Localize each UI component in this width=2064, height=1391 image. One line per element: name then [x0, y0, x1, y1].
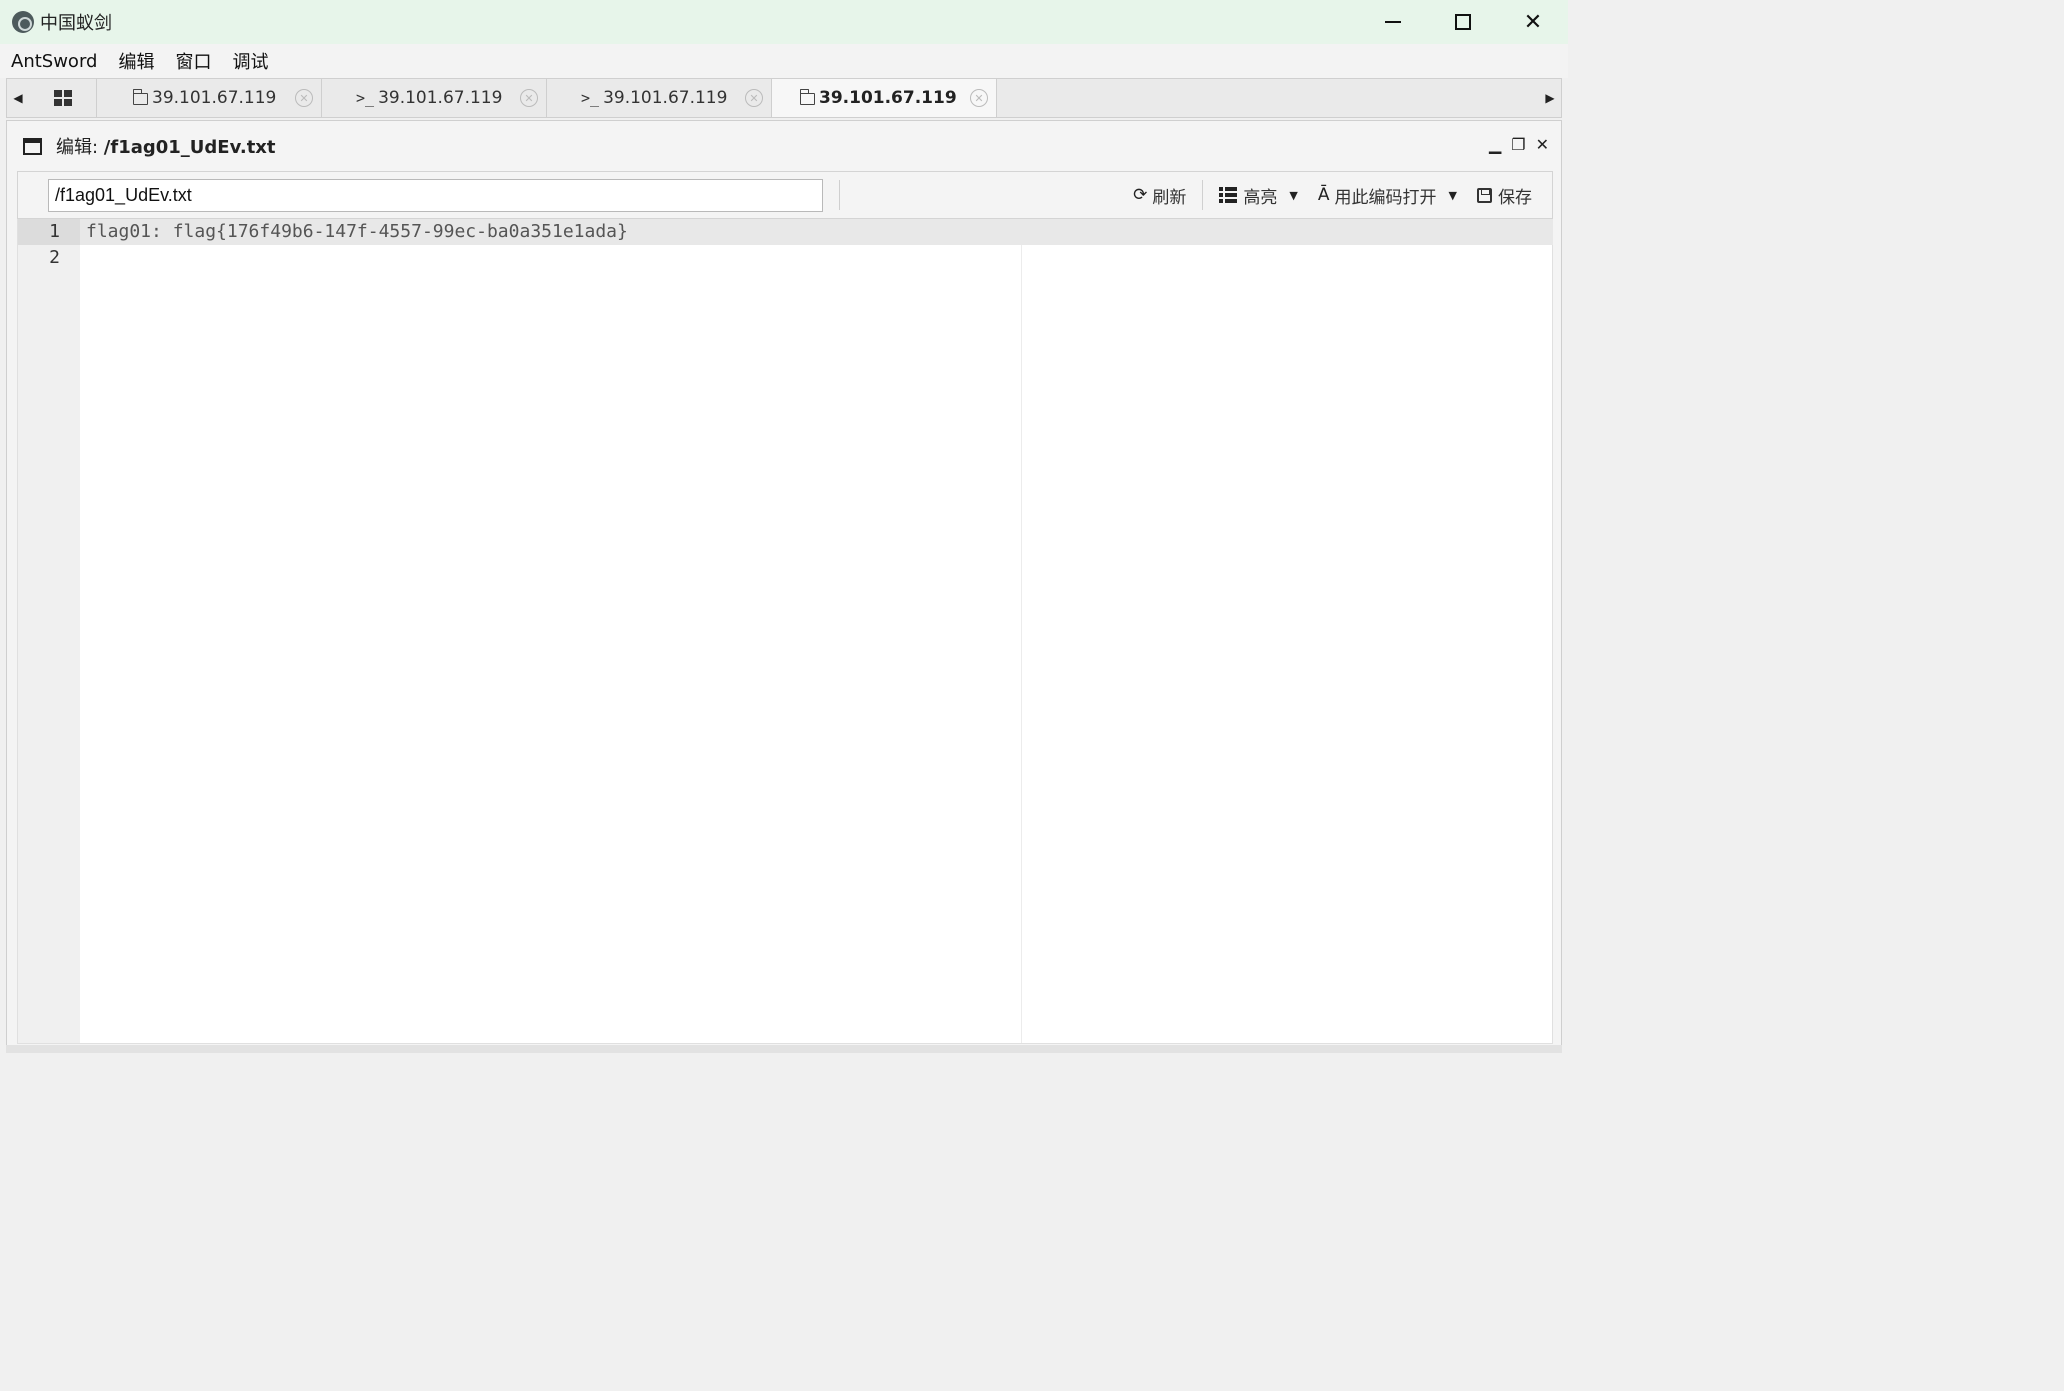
- code-lines: flag01: flag{176f49b6-147f-4557-99ec-ba0…: [86, 219, 628, 271]
- save-label: 保存: [1498, 187, 1532, 208]
- open-with-encoding-label: 用此编码打开: [1334, 187, 1437, 208]
- triangle-right-icon: ▶: [1545, 91, 1555, 105]
- window-icon: [23, 137, 42, 155]
- code-line[interactable]: [86, 245, 628, 271]
- tab-label: 39.101.67.119: [152, 88, 277, 108]
- terminal-icon: >_: [581, 89, 600, 107]
- terminal-icon: >_: [356, 89, 375, 107]
- editor-header: 编辑: /f1ag01_UdEv.txt ▁ ❐ ✕: [7, 121, 1561, 171]
- print-margin: [1021, 245, 1022, 1043]
- caret-down-icon: ▼: [1289, 188, 1298, 202]
- grid-icon: [53, 90, 72, 106]
- panel-minimize-icon[interactable]: ▁: [1489, 135, 1501, 154]
- tab-close-icon[interactable]: ✕: [295, 89, 313, 107]
- refresh-icon: ⟳: [1133, 185, 1148, 205]
- toolbar-divider: [839, 180, 840, 210]
- tab-scroll-right-button[interactable]: ▶: [1539, 79, 1561, 117]
- minimize-button[interactable]: [1358, 0, 1428, 44]
- menu-edit[interactable]: 编辑: [107, 48, 164, 74]
- highlight-dropdown[interactable]: 高亮 ▼: [1209, 183, 1307, 208]
- editor-toolbar: ⟳ 刷新 高亮 ▼ Ā 用此编码打开 ▼ 保存: [17, 171, 1553, 219]
- file-path-input[interactable]: [48, 178, 823, 212]
- menu-antsword[interactable]: AntSword: [0, 51, 107, 72]
- antsword-logo-icon: [12, 11, 34, 33]
- save-icon: [1477, 187, 1492, 203]
- refresh-button[interactable]: ⟳ 刷新: [1123, 183, 1196, 208]
- tab-file-manager-1[interactable]: 39.101.67.119 ✕: [97, 79, 322, 117]
- refresh-label: 刷新: [1152, 187, 1187, 208]
- menu-bar: AntSword 编辑 窗口 调试: [0, 44, 1568, 78]
- tab-scroll-left-button[interactable]: ◀: [7, 79, 29, 117]
- panel-close-icon[interactable]: ✕: [1536, 135, 1549, 154]
- editor-title-prefix: 编辑:: [56, 137, 104, 158]
- minimize-icon: [1385, 21, 1401, 23]
- tab-close-icon[interactable]: ✕: [520, 89, 538, 107]
- toolbar-divider: [1202, 180, 1204, 210]
- tab-dashboard[interactable]: [29, 79, 97, 117]
- highlight-label: 高亮: [1243, 187, 1278, 208]
- caret-down-icon: ▼: [1448, 188, 1457, 202]
- editor-title-path: /f1ag01_UdEv.txt: [103, 137, 276, 158]
- menu-debug[interactable]: 调试: [221, 48, 278, 74]
- tab-terminal-1[interactable]: >_ 39.101.67.119 ✕: [322, 79, 547, 117]
- code-line[interactable]: flag01: flag{176f49b6-147f-4557-99ec-ba0…: [86, 219, 628, 245]
- close-button[interactable]: ✕: [1498, 0, 1568, 44]
- maximize-icon: [1455, 14, 1471, 30]
- line-gutter: 1 2: [18, 219, 80, 1043]
- save-button[interactable]: 保存: [1467, 183, 1552, 208]
- close-icon: ✕: [1523, 9, 1543, 35]
- editor-title: 编辑: /f1ag01_UdEv.txt: [56, 133, 276, 159]
- tab-terminal-2[interactable]: >_ 39.101.67.119 ✕: [547, 79, 772, 117]
- code-editor[interactable]: 1 2 flag01: flag{176f49b6-147f-4557-99ec…: [17, 219, 1553, 1044]
- tab-close-icon[interactable]: ✕: [745, 89, 763, 107]
- menu-window[interactable]: 窗口: [164, 48, 221, 74]
- title-bar: 中国蚁剑 ✕: [0, 0, 1568, 44]
- translate-icon: Ā: [1317, 185, 1330, 205]
- tab-bar: ◀ 39.101.67.119 ✕ >_ 39.101.67.119 ✕ >_ …: [6, 78, 1562, 118]
- list-icon: [1219, 187, 1238, 203]
- folder-icon: [132, 89, 148, 105]
- panel-restore-icon[interactable]: ❐: [1511, 135, 1525, 154]
- line-number: 1: [18, 219, 80, 245]
- bottom-scrollbar[interactable]: [6, 1045, 1562, 1053]
- editor-window: 编辑: /f1ag01_UdEv.txt ▁ ❐ ✕ ⟳ 刷新 高亮 ▼ Ā 用…: [6, 120, 1562, 1052]
- tab-file-manager-2[interactable]: 39.101.67.119 ✕: [772, 79, 997, 117]
- maximize-button[interactable]: [1428, 0, 1498, 44]
- window-title: 中国蚁剑: [40, 13, 112, 34]
- line-number: 2: [49, 247, 60, 268]
- panel-controls: ▁ ❐ ✕: [1489, 135, 1549, 154]
- tab-label: 39.101.67.119: [819, 88, 957, 108]
- window-controls: ✕: [1358, 0, 1568, 44]
- tab-label: 39.101.67.119: [378, 88, 503, 108]
- toolbar-actions: ⟳ 刷新 高亮 ▼ Ā 用此编码打开 ▼ 保存: [1123, 172, 1552, 218]
- folder-icon: [799, 89, 815, 105]
- triangle-left-icon: ◀: [13, 91, 23, 105]
- open-with-encoding-dropdown[interactable]: Ā 用此编码打开 ▼: [1308, 183, 1467, 208]
- tab-label: 39.101.67.119: [603, 88, 728, 108]
- tab-close-icon[interactable]: ✕: [970, 89, 988, 107]
